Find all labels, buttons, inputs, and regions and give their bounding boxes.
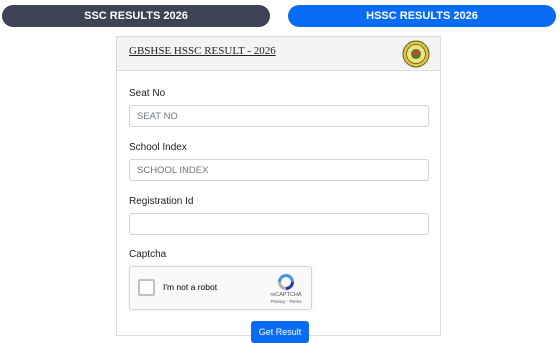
card-title: GBSHSE HSSC RESULT - 2026 bbox=[129, 45, 276, 57]
registration-id-input[interactable] bbox=[129, 213, 429, 235]
seat-no-label: Seat No bbox=[129, 88, 166, 99]
school-index-input[interactable] bbox=[129, 159, 429, 181]
captcha-label: Captcha bbox=[129, 249, 167, 260]
recaptcha-links[interactable]: Privacy - Terms bbox=[267, 299, 305, 304]
tab-hssc-results[interactable]: HSSC RESULTS 2026 bbox=[288, 5, 556, 27]
tab-ssc-results[interactable]: SSC RESULTS 2026 bbox=[2, 5, 270, 27]
board-seal-icon bbox=[402, 40, 430, 68]
result-form-card: GBSHSE HSSC RESULT - 2026 Seat No School… bbox=[116, 36, 441, 343]
school-index-label: School Index bbox=[129, 142, 187, 153]
registration-id-label: Registration Id bbox=[129, 196, 194, 207]
recaptcha-widget: I'm not a robot reCAPTCHA Privacy - Term… bbox=[129, 266, 312, 310]
card-header: GBSHSE HSSC RESULT - 2026 bbox=[117, 37, 440, 71]
recaptcha-brand: reCAPTCHA bbox=[270, 292, 302, 298]
get-result-button[interactable]: Get Result bbox=[251, 321, 309, 343]
tab-hssc-label: HSSC RESULTS 2026 bbox=[366, 10, 478, 22]
tab-ssc-label: SSC RESULTS 2026 bbox=[84, 10, 188, 22]
recaptcha-checkbox[interactable] bbox=[138, 279, 155, 296]
recaptcha-text: I'm not a robot bbox=[163, 282, 218, 292]
recaptcha-logo-icon bbox=[278, 274, 294, 290]
seat-no-input[interactable] bbox=[129, 105, 429, 127]
